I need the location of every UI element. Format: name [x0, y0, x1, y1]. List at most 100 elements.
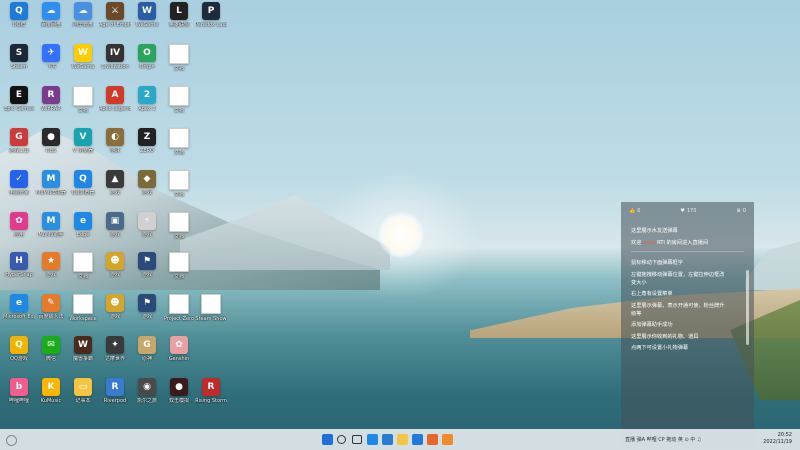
start-icon[interactable] [322, 434, 333, 445]
desktop-icon[interactable]: Q QQ浏览器 [67, 170, 99, 210]
desktop-icon[interactable]: ☁ 阿里云盘 [67, 2, 99, 42]
desktop-icon[interactable]: 文档 [67, 86, 99, 126]
app-icon: V [74, 128, 92, 146]
desktop-icon[interactable]: ✿ 应用 [3, 212, 35, 252]
app-icon: ◉ [138, 378, 156, 396]
desktop-icon[interactable]: Project Zero [163, 294, 195, 334]
app-orange-icon[interactable] [427, 434, 438, 445]
desktop-icon[interactable]: ● 双击模拟 [163, 378, 195, 418]
desktop-icon[interactable]: P Paradox Launcher [195, 2, 227, 42]
desktop-icon[interactable]: Q QQ群 [3, 2, 35, 42]
desktop-icon-label: 原神 [141, 356, 152, 362]
desktop-icon[interactable]: ▭ 记事本 [67, 378, 99, 418]
desktop-icon[interactable]: ★ 游戏 [35, 252, 67, 292]
desktop-icon[interactable]: M MuMu助手 [35, 212, 67, 252]
task-view-icon[interactable] [352, 435, 362, 444]
desktop-icon[interactable]: Q QQ游戏 [3, 336, 35, 376]
clock-time: 20:52 [777, 432, 792, 438]
desktop-icon[interactable]: b 哔哩哔哩 [3, 378, 35, 418]
desktop-icon[interactable]: e Microsoft Edge [3, 294, 35, 334]
widgets-icon[interactable] [6, 435, 17, 446]
desktop-icon[interactable]: H HyperSnap [3, 252, 35, 292]
app-icon: R [42, 86, 60, 104]
desktop-icon[interactable]: ✿ Genshin [163, 336, 195, 376]
app-icon: Q [10, 336, 28, 354]
app-icon: M [42, 170, 60, 188]
desktop-icon[interactable]: G 游戏工具 [3, 128, 35, 168]
desktop-icon[interactable]: L 英雄联盟 [163, 2, 195, 42]
desktop-icon[interactable]: ☁ 百度网盘 [35, 2, 67, 42]
desktop-icon[interactable]: ✦ 达摩世界 [99, 336, 131, 376]
desktop-icon[interactable]: Workspace [67, 294, 99, 334]
desktop-icon[interactable]: 文档 [163, 212, 195, 252]
desktop-icon[interactable]: W WeGame [67, 44, 99, 84]
desktop-icon[interactable]: 文档 [163, 44, 195, 84]
desktop-icon[interactable]: ▣ 游戏 [99, 212, 131, 252]
desktop-icon[interactable]: Z ZERO [131, 128, 163, 168]
desktop-icon[interactable]: 2 Apex 2 [131, 86, 163, 126]
edge-icon[interactable] [367, 434, 378, 445]
app-icon: ◐ [106, 128, 124, 146]
desktop-icon[interactable]: ✓ 电脑管家 [3, 170, 35, 210]
desktop-icon[interactable]: R Rising Storm [195, 378, 227, 418]
desktop-icon[interactable]: ◆ 游戏 [131, 170, 163, 210]
desktop-icon[interactable]: A Apex Legends [99, 86, 131, 126]
desktop-icon[interactable]: 文档 [163, 252, 195, 292]
desktop-icon[interactable]: ⚡ 游戏 [131, 212, 163, 252]
desktop-icon[interactable]: O Origin [131, 44, 163, 84]
desktop-icon[interactable]: S Steam [3, 44, 35, 84]
desktop-icon[interactable]: ⚑ 游戏 [131, 252, 163, 292]
desktop-icon[interactable]: ⚑ 游戏 [131, 294, 163, 334]
desktop-icon[interactable]: ● OBS [35, 128, 67, 168]
app-icon: e [74, 212, 92, 230]
desktop-icon[interactable]: 文档 [163, 86, 195, 126]
chat-line: 点两下可设置小礼物弹幕 [631, 345, 689, 351]
desktop-icon[interactable]: IV Civilization [99, 44, 131, 84]
app-icon: S [10, 44, 28, 62]
store-icon[interactable] [382, 434, 393, 445]
app-icon: ⚔ [106, 2, 124, 20]
file-explorer-icon[interactable] [397, 434, 408, 445]
app-icon [73, 252, 93, 272]
desktop-icon[interactable]: Steam Show [195, 294, 227, 334]
desktop-icon-label: Civilization [101, 64, 129, 70]
desktop-icon[interactable]: 文档 [163, 170, 195, 210]
desktop-icon[interactable]: ☻ 游戏 [99, 252, 131, 292]
desktop-icon[interactable]: ◐ 地球 [99, 128, 131, 168]
desktop-icon[interactable]: G 原神 [131, 336, 163, 376]
chat-scrollbar[interactable] [746, 270, 749, 345]
desktop-icon[interactable]: 文档 [67, 252, 99, 292]
desktop-icon[interactable]: ✎ 百度输入法 [35, 294, 67, 334]
system-tray[interactable]: 直播 弹A 哔哩 CP 拖动 英 ⊙ 中 ♫ [625, 436, 701, 443]
desktop-icon[interactable]: ⚔ Age of Empires [99, 2, 131, 42]
desktop-icon[interactable]: e Edge [67, 212, 99, 252]
likes-stat: 👍 0 [629, 208, 641, 214]
desktop-icon-label: 凯尔之旅 [136, 398, 157, 404]
app-icon [201, 294, 221, 314]
desktop-icon[interactable]: ▲ 游戏 [99, 170, 131, 210]
clock[interactable]: 20:52 2022/11/19 [763, 432, 792, 446]
app-orange2-icon[interactable] [442, 434, 453, 445]
desktop-icon[interactable]: W WeGame [131, 2, 163, 42]
desktop-icon-label: 文档 [173, 192, 184, 198]
desktop-icon[interactable]: R WinRAR [35, 86, 67, 126]
desktop-icon[interactable]: R Riverpod [99, 378, 131, 418]
desktop-icon[interactable]: ☻ 游戏 [99, 294, 131, 334]
app-icon: P [202, 2, 220, 20]
desktop-icon[interactable]: E Epic Games [3, 86, 35, 126]
desktop-icon[interactable]: 文档 [163, 128, 195, 168]
desktop-icon[interactable]: W 魔兽争霸 [67, 336, 99, 376]
desktop-icon[interactable]: M MuMu模拟器 [35, 170, 67, 210]
desktop-icon-label: 双击模拟 [168, 398, 189, 404]
search-icon[interactable] [337, 435, 346, 444]
qq-icon[interactable] [412, 434, 423, 445]
app-icon: ✉ [42, 336, 60, 354]
desktop-icon[interactable]: V V 浏览器 [67, 128, 99, 168]
desktop-icon[interactable]: ✈ 飞书 [35, 44, 67, 84]
live-chat-panel[interactable]: 👍 0 ♥ 170 ♛ 0 这里展示水友送弹幕 欢迎 xxxx RTI 的房间进入直播… [621, 202, 754, 448]
desktop-icon-label: 百度网盘 [40, 22, 61, 28]
desktop-icon[interactable]: ◉ 凯尔之旅 [131, 378, 163, 418]
app-icon: ★ [42, 252, 60, 270]
desktop-icon[interactable]: K KuMusic [35, 378, 67, 418]
desktop-icon[interactable]: ✉ 微信 [35, 336, 67, 376]
